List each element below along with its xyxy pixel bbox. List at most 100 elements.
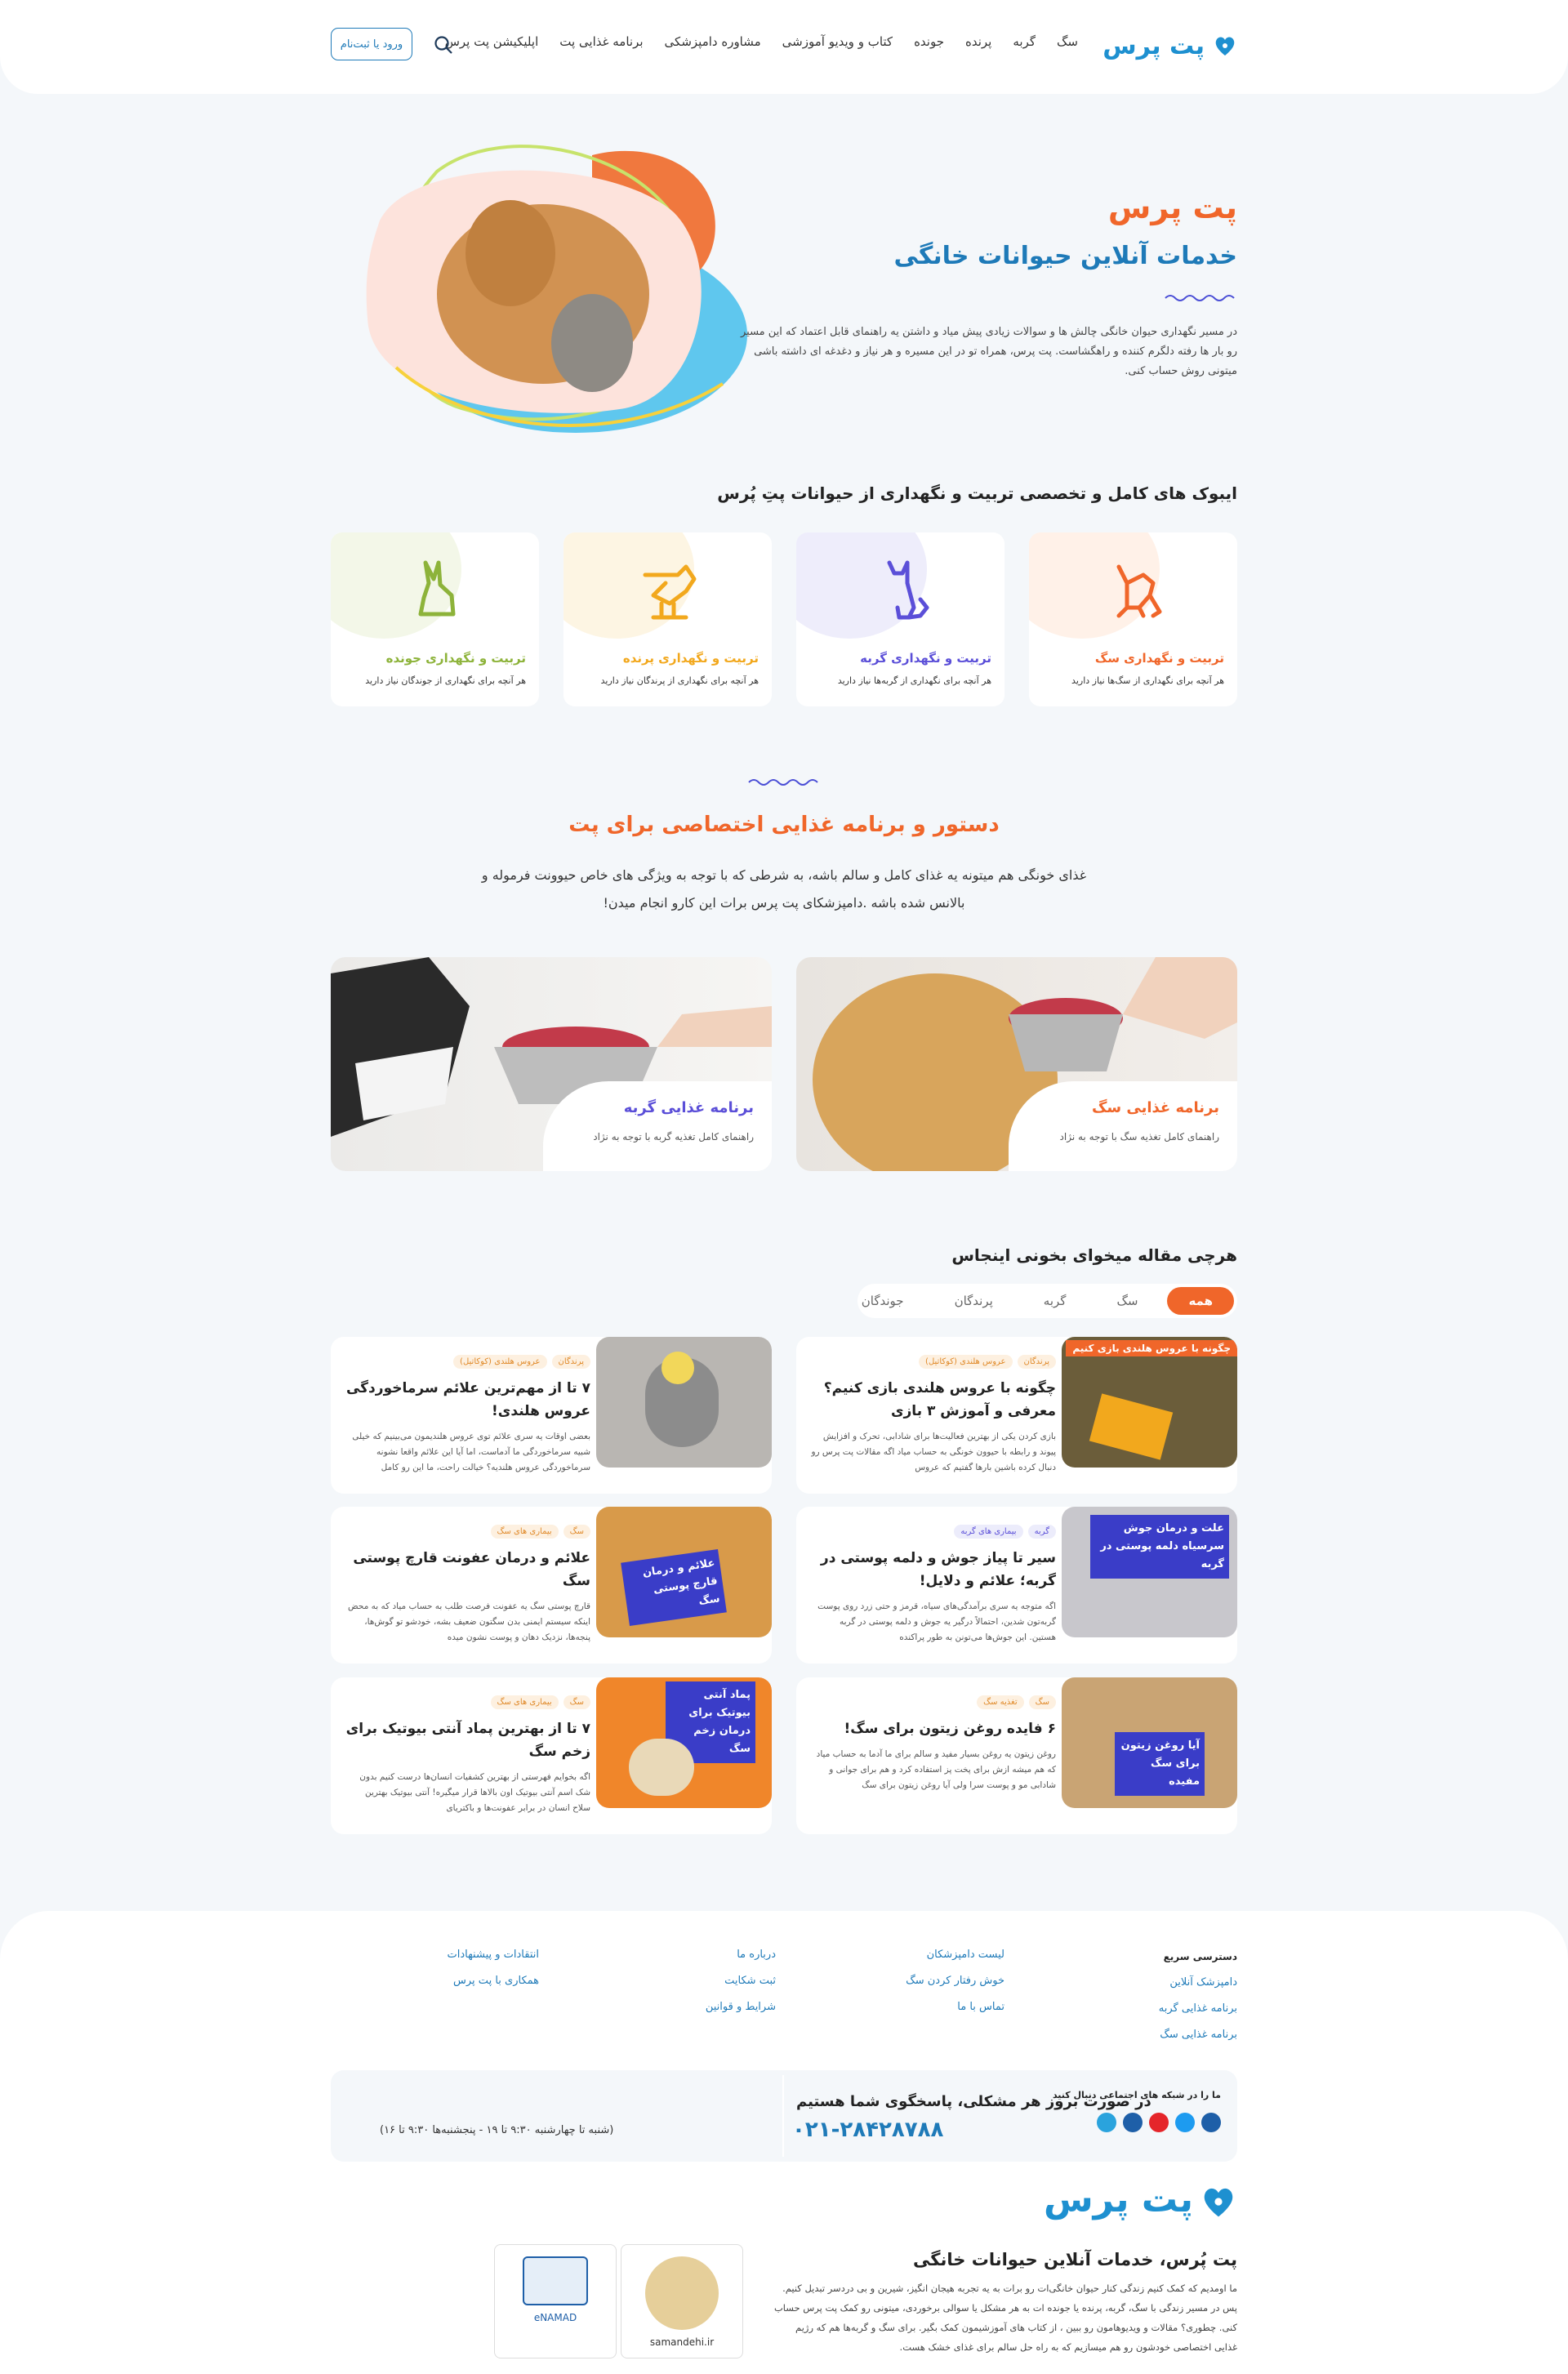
- article-title[interactable]: علائم و درمان عفونت قارچ پوستی سگ: [345, 1547, 590, 1592]
- tab-all[interactable]: همه: [1167, 1287, 1234, 1315]
- site-logo[interactable]: پت پرس: [1102, 24, 1237, 67]
- nav-bird[interactable]: پرنده: [965, 34, 991, 49]
- hero-pets-image: [366, 145, 747, 433]
- ebook-card-cat[interactable]: تربیت و نگهداری گربه هر آنچه برای نگهدار…: [796, 532, 1004, 706]
- footer-link[interactable]: ثبت شکایت: [706, 1968, 776, 1994]
- search-icon[interactable]: [433, 34, 454, 56]
- article-card[interactable]: آیا روغن زیتون برای سگ مفیده سگ تغذیه سگ…: [796, 1677, 1237, 1834]
- logo-text: پت پرس: [1102, 31, 1205, 60]
- footer-link[interactable]: همکاری با پت پرس: [447, 1968, 539, 1994]
- footer-link[interactable]: درباره ما: [706, 1942, 776, 1968]
- heart-paw-icon: [1204, 2188, 1233, 2217]
- article-desc: اگه بخوایم فهرستی از بهترین کشفیات انسان…: [359, 1772, 590, 1813]
- tag[interactable]: سگ: [563, 1525, 590, 1539]
- toy-shape: [1089, 1393, 1174, 1460]
- article-title[interactable]: سیر تا پیاز جوش و دلمه پوستی در گربه؛ عل…: [811, 1547, 1056, 1592]
- article-image-caption: آیا روغن زیتون برای سگ مفیده: [1115, 1732, 1205, 1796]
- article-card[interactable]: پرندگان عروس هلندی (کوکاتیل) ۷ تا از مهم…: [331, 1337, 772, 1494]
- tag[interactable]: بیماری های گربه: [954, 1525, 1023, 1539]
- footer-link[interactable]: برنامه غذایی سگ: [1159, 2022, 1237, 2048]
- card-desc: هر آنچه برای نگهداری از سگ‌ها نیاز دارید: [1071, 675, 1224, 686]
- footer-link[interactable]: خوش رفتار کردن سگ: [906, 1968, 1004, 1994]
- article-image: علت و درمان جوش سرسیاه دلمه پوستی در گرب…: [1062, 1507, 1237, 1637]
- nav-dog[interactable]: سگ: [1057, 34, 1078, 49]
- article-card[interactable]: علت و درمان جوش سرسیاه دلمه پوستی در گرب…: [796, 1507, 1237, 1664]
- youtube-icon[interactable]: [1149, 2113, 1169, 2132]
- article-card[interactable]: پماد آنتی بیوتیک برای درمان زخم سگ سگ بی…: [331, 1677, 772, 1834]
- tag[interactable]: سگ: [563, 1695, 590, 1709]
- article-desc: اگه متوجه یه سری برآمدگی‌های سیاه، قرمز …: [817, 1601, 1056, 1642]
- tag[interactable]: پرندگان: [551, 1355, 590, 1369]
- diet-label-title: برنامه غذایی سگ: [1091, 1099, 1219, 1116]
- diet-label: برنامه غذایی گربه راهنمای کامل تغذیه گرب…: [543, 1081, 772, 1171]
- article-tags: سگ تغذیه سگ: [811, 1695, 1056, 1709]
- instagram-icon[interactable]: [1123, 2113, 1143, 2132]
- enamad-badge[interactable]: eNAMAD: [494, 2244, 617, 2358]
- card-title: تربیت و نگهداری سگ: [1094, 651, 1224, 666]
- diet-label-desc: راهنمای کامل تغذیه گربه با توجه به نژاد: [593, 1131, 754, 1142]
- contact-title: در صورت بروز هر مشکلی، پاسخگوی شما هستیم: [796, 2093, 1152, 2110]
- article-card[interactable]: چگونه با عروس هلندی بازی کنیم پرندگان عر…: [796, 1337, 1237, 1494]
- footer-col-4: انتقادات و پیشنهادات همکاری با پت پرس: [447, 1942, 539, 1994]
- tab-cat[interactable]: گربه: [1022, 1287, 1088, 1315]
- nav-books[interactable]: کتاب و ویدیو آموزشی: [782, 34, 893, 49]
- nav-rodent[interactable]: جونده: [914, 34, 944, 49]
- article-card[interactable]: علائم و درمان قارچ پوستی سگ سگ بیماری ها…: [331, 1507, 772, 1664]
- article-title[interactable]: ۷ تا از بهترین پماد آنتی بیوتیک برای زخم…: [345, 1717, 590, 1763]
- article-title[interactable]: چگونه با عروس هلندی بازی کنیم؟ معرفی و آ…: [811, 1377, 1056, 1423]
- login-button[interactable]: ورود یا ثبت‌نام: [331, 28, 412, 60]
- footer-link[interactable]: برنامه غذایی گربه: [1159, 1996, 1237, 2022]
- telegram-icon[interactable]: [1097, 2113, 1116, 2132]
- twitter-icon[interactable]: [1175, 2113, 1195, 2132]
- footer-link[interactable]: انتقادات و پیشنهادات: [447, 1942, 539, 1968]
- article-body: پرندگان عروس هلندی (کوکاتیل) ۷ تا از مهم…: [345, 1355, 590, 1476]
- hero-title: پت پرس: [1107, 189, 1237, 225]
- tab-rodents[interactable]: جوندگان: [840, 1287, 925, 1315]
- footer-link[interactable]: دامپزشک آنلاین: [1159, 1970, 1237, 1996]
- card-desc: هر آنچه برای نگهداری از پرندگان نیاز دار…: [600, 675, 759, 686]
- card-title: تربیت و نگهداری پرنده: [622, 651, 759, 666]
- ebook-card-bird[interactable]: تربیت و نگهداری پرنده هر آنچه برای نگهدا…: [564, 532, 772, 706]
- tag[interactable]: بیماری های سگ: [490, 1525, 559, 1539]
- tag[interactable]: پرندگان: [1017, 1355, 1056, 1369]
- ebook-card-rodent[interactable]: تربیت و نگهداری جونده هر آنچه برای نگهدا…: [331, 532, 539, 706]
- main-nav: سگ گربه پرنده جونده کتاب و ویدیو آموزشی …: [445, 34, 1078, 49]
- nav-consult[interactable]: مشاوره دامپزشکی: [665, 34, 761, 49]
- tag[interactable]: سگ: [1028, 1695, 1056, 1709]
- article-desc: بعضی اوقات یه سری علائم توی عروس هلندیمو…: [352, 1432, 590, 1472]
- badge-label: samandehi.ir: [649, 2336, 715, 2348]
- tab-dog[interactable]: سگ: [1095, 1287, 1159, 1315]
- tag[interactable]: بیماری های سگ: [490, 1695, 559, 1709]
- linkedin-icon[interactable]: [1201, 2113, 1221, 2132]
- samandehi-badge[interactable]: samandehi.ir: [621, 2244, 743, 2358]
- diet-card-cat[interactable]: برنامه غذایی گربه راهنمای کامل تغذیه گرب…: [331, 957, 772, 1171]
- ebook-card-dog[interactable]: تربیت و نگهداری سگ هر آنچه برای نگهداری …: [1029, 532, 1237, 706]
- footer-logo[interactable]: پت پرس: [1044, 2179, 1237, 2220]
- hero-description: در مسیر نگهداری حیوان خانگی چالش ها و سو…: [740, 326, 1237, 377]
- tag[interactable]: تغذیه سگ: [977, 1695, 1024, 1709]
- article-title[interactable]: ۶ فایده روغن زیتون برای سگ!: [811, 1717, 1056, 1740]
- tab-birds[interactable]: پرندگان: [933, 1287, 1014, 1315]
- nav-diet[interactable]: برنامه غذایی پت: [559, 34, 643, 49]
- article-title[interactable]: ۷ تا از مهم‌ترین علائم سرماخوردگی عروس ه…: [345, 1377, 590, 1423]
- diet-card-dog[interactable]: برنامه غذایی سگ راهنمای کامل تغذیه سگ با…: [796, 957, 1237, 1171]
- footer-link[interactable]: لیست دامپزشکان: [906, 1942, 1004, 1968]
- footer-title: پت پُرس، خدمات آنلاین حیوانات خانگی: [913, 2250, 1237, 2269]
- article-tags: گربه بیماری های گربه: [811, 1525, 1056, 1539]
- footer-link[interactable]: شرایط و قوانین: [706, 1994, 776, 2020]
- footer-description: ما اومدیم که کمک کنیم زندگی کنار حیوان خ…: [773, 2283, 1237, 2353]
- tag[interactable]: عروس هلندی (کوکاتیل): [453, 1355, 547, 1369]
- article-image-caption: علائم و درمان قارچ پوستی سگ: [621, 1549, 727, 1626]
- tag[interactable]: گربه: [1027, 1525, 1056, 1539]
- contact-phone[interactable]: ۰۲۱-۲۸۴۲۸۷۸۸: [792, 2118, 943, 2142]
- diet-title: دستور و برنامه غذایی اختصاصی برای پت: [568, 813, 1000, 837]
- tag[interactable]: عروس هلندی (کوکاتیل): [919, 1355, 1013, 1369]
- hero-subtitle: خدمات آنلاین حیوانات خانگی: [893, 242, 1237, 270]
- nav-cat[interactable]: گربه: [1013, 34, 1036, 49]
- footer-col-2: لیست دامپزشکان خوش رفتار کردن سگ تماس با…: [906, 1942, 1004, 2020]
- footer-link[interactable]: تماس با ما: [906, 1994, 1004, 2020]
- ebook-cards: تربیت و نگهداری سگ هر آنچه برای نگهداری …: [331, 532, 1237, 706]
- wave-decoration: [1165, 295, 1235, 301]
- heart-paw-icon: [1215, 37, 1235, 56]
- nav-app[interactable]: اپلیکیشن پت پرس: [445, 34, 539, 49]
